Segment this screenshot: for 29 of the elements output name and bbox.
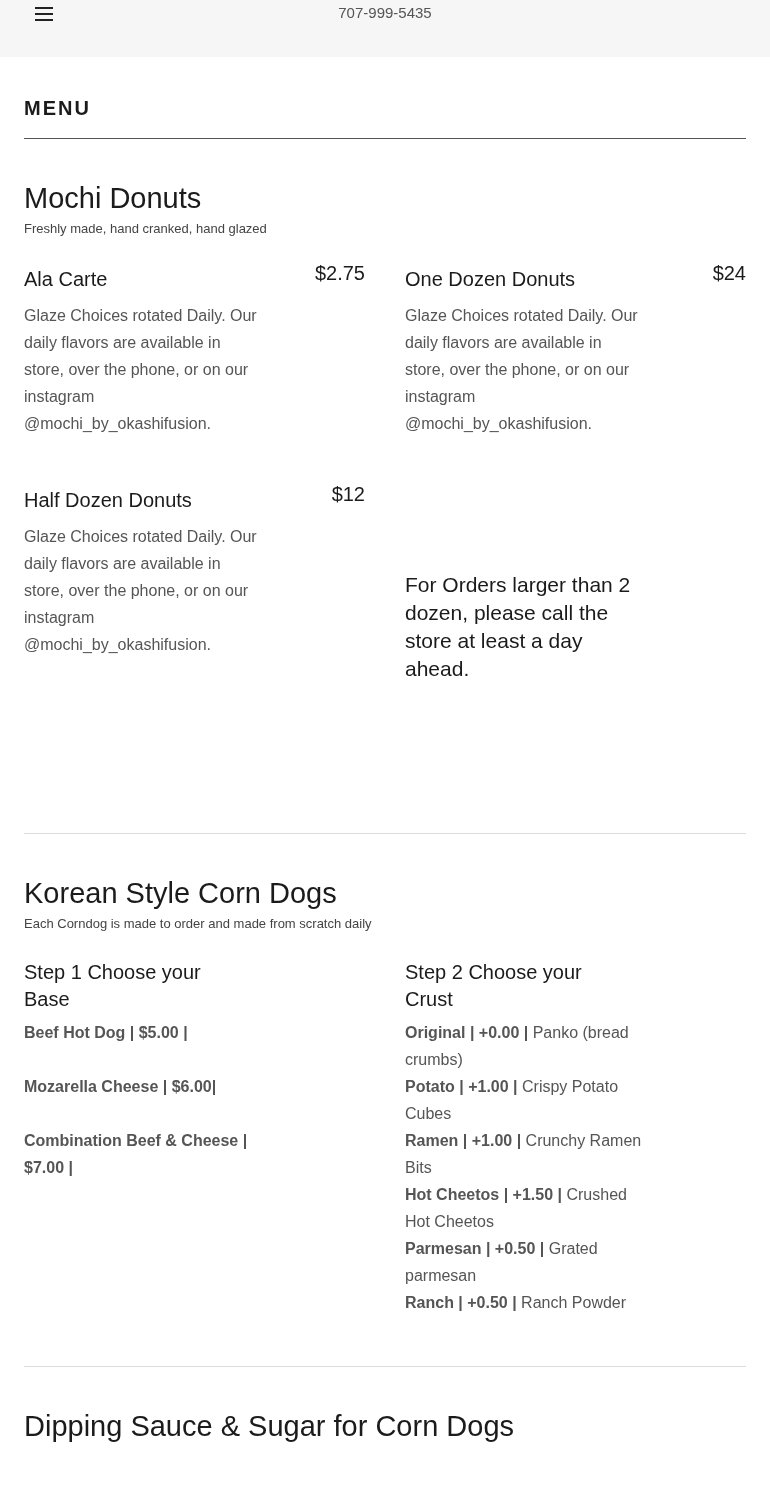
section-title: Mochi Donuts <box>24 181 203 216</box>
section-title: Dipping Sauce & Sugar for Corn Dogs <box>24 1409 516 1444</box>
option-line: Combination Beef & Cheese | $7.00 | <box>24 1131 249 1178</box>
phone-number[interactable]: 707-999-5435 <box>0 4 770 21</box>
option-line: Original | +0.00 | Panko (bread crumbs) <box>405 1023 630 1070</box>
option-line: Potato | +1.00 | Crispy Potato Cubes <box>405 1077 620 1124</box>
item-description: Glaze Choices rotated Daily. Our daily flavors are available in store, over the phone, or on our instagram @mochi_by_okashifusion. <box>24 306 258 434</box>
menu-icon[interactable] <box>34 6 54 22</box>
option-line: Parmesan | +0.50 | Grated parmesan <box>405 1239 599 1286</box>
item-description: Glaze Choices rotated Daily. Our daily flavors are available in store, over the phone, or on our instagram @mochi_by_okashifusion. <box>24 527 258 655</box>
item-name: Step 2 Choose your Crust <box>405 960 583 1012</box>
item-price: $2.75 <box>314 262 365 285</box>
menu-heading: MENU <box>24 57 746 139</box>
section-title: Korean Style Corn Dogs <box>24 876 338 911</box>
section-subtitle: Freshly made, hand cranked, hand glazed <box>24 221 268 236</box>
order-note: For Orders larger than 2 dozen, please call the store at least a day ahead. <box>405 572 632 682</box>
item-price: $12 <box>331 483 365 506</box>
option-line: Hot Cheetos | +1.50 | Crushed Hot Cheetos <box>405 1185 628 1232</box>
item-description: Glaze Choices rotated Daily. Our daily flavors are available in store, over the phone, or on our instagram @mochi_by_okashifusion. <box>405 306 639 434</box>
item-name: Ala Carte <box>24 267 108 292</box>
option-line: Mozarella Cheese | $6.00| <box>24 1077 218 1097</box>
option-line: Ramen | +1.00 | Crunchy Ramen Bits <box>405 1131 643 1178</box>
item-name: Step 1 Choose your Base <box>24 960 202 1012</box>
section-subtitle: Each Corndog is made to order and made from scratch daily <box>24 916 373 931</box>
item-name: One Dozen Donuts <box>405 267 576 292</box>
option-line: Ranch | +0.50 | Ranch Powder <box>405 1293 628 1313</box>
option-line: Beef Hot Dog | $5.00 | <box>24 1023 189 1043</box>
item-price: $24 <box>712 262 746 285</box>
item-name: Half Dozen Donuts <box>24 488 192 513</box>
